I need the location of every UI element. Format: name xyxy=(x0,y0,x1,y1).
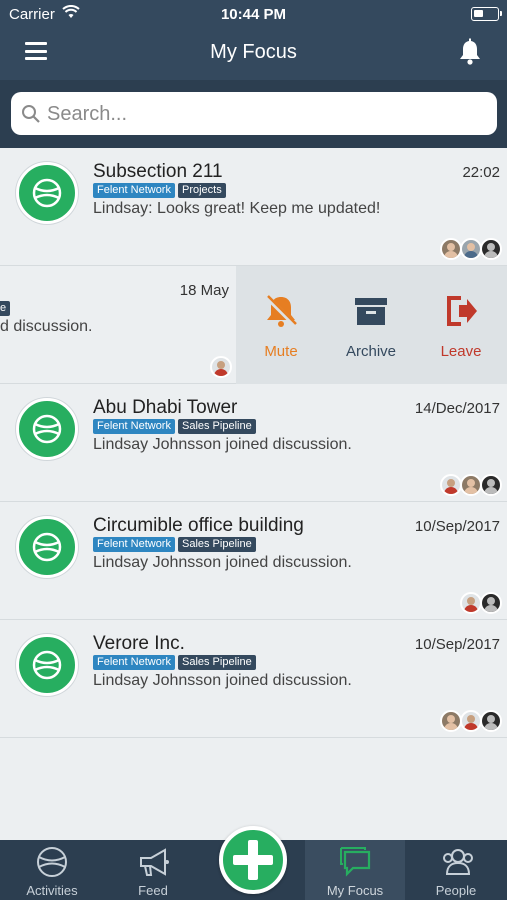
tab-label: People xyxy=(435,883,477,898)
status-bar: Carrier 10:44 PM xyxy=(0,0,507,28)
avatar xyxy=(480,238,502,260)
last-message: Lindsay Johnsson joined discussion. xyxy=(93,672,352,689)
tennis-ball-icon xyxy=(37,847,67,877)
list-item[interactable]: Abu Dhabi Tower 14/Dec/2017 Felent Netwo… xyxy=(0,384,507,502)
participants xyxy=(460,592,502,614)
last-message: Lindsay Johnsson joined discussion. xyxy=(93,436,352,453)
tab-label: My Focus xyxy=(326,883,384,898)
list-item[interactable]: Verore Inc. 10/Sep/2017 Felent Network Sa… xyxy=(0,620,507,738)
archive-button[interactable]: Archive xyxy=(326,266,416,384)
leave-button[interactable]: Leave xyxy=(416,266,506,384)
list-item-swiped[interactable]: 18 May e d discussion. Mute Archive Leav… xyxy=(0,266,507,384)
leave-label: Leave xyxy=(440,343,482,360)
tennis-ball-icon xyxy=(16,516,78,578)
chat-bubbles-icon xyxy=(340,847,371,877)
tab-people[interactable]: People xyxy=(406,840,506,900)
avatar xyxy=(460,238,482,260)
add-button[interactable] xyxy=(219,826,287,894)
discussion-name: Subsection 211 xyxy=(93,161,223,182)
discussion-date: 10/Sep/2017 xyxy=(414,518,500,535)
clock-time: 10:44 PM xyxy=(220,6,287,23)
tag-badge: Sales Pipeline xyxy=(177,655,256,670)
list-item[interactable]: Subsection 211 22:02 Felent Network Proje… xyxy=(0,148,507,266)
archive-label: Archive xyxy=(345,343,397,360)
search-icon xyxy=(21,104,41,124)
list-item[interactable]: Circumible office building 10/Sep/2017 F… xyxy=(0,502,507,620)
search-box xyxy=(11,92,497,135)
tab-label: Activities xyxy=(26,883,78,898)
discussion-date: 14/Dec/2017 xyxy=(414,400,500,417)
discussion-date: 18 May xyxy=(179,282,229,299)
avatar xyxy=(440,238,462,260)
avatar xyxy=(440,710,462,732)
discussion-list: Subsection 211 22:02 Felent Network Proje… xyxy=(0,148,507,840)
search-container xyxy=(0,80,507,148)
battery-icon xyxy=(471,7,502,21)
last-message: d discussion. xyxy=(0,318,93,335)
leave-icon xyxy=(447,296,477,326)
discussion-name: Verore Inc. xyxy=(93,633,185,654)
participants xyxy=(440,710,502,732)
search-input[interactable] xyxy=(47,100,477,128)
participants xyxy=(440,474,502,496)
megaphone-icon xyxy=(140,848,169,876)
avatar xyxy=(480,474,502,496)
page-title: My Focus xyxy=(210,41,297,63)
tag-list: Felent Network Sales Pipeline xyxy=(93,419,259,434)
tab-label: Feed xyxy=(138,883,168,898)
tag-list: Felent Network Sales Pipeline xyxy=(93,655,259,670)
avatar xyxy=(460,474,482,496)
tag-list: Felent Network Projects xyxy=(93,183,229,198)
avatar xyxy=(460,592,482,614)
tag-badge: e xyxy=(0,301,11,316)
tab-feed[interactable]: Feed xyxy=(103,840,203,900)
tab-my-focus[interactable]: My Focus xyxy=(305,840,405,900)
archive-icon xyxy=(355,298,387,325)
discussion-date: 10/Sep/2017 xyxy=(414,636,500,653)
tag-badge: Felent Network xyxy=(93,655,175,670)
people-icon xyxy=(443,849,473,875)
tag-badge: Felent Network xyxy=(93,537,175,552)
tag-badge: Sales Pipeline xyxy=(177,419,256,434)
tag-badge: Felent Network xyxy=(93,183,175,198)
swiped-row-content[interactable]: 18 May e d discussion. xyxy=(0,266,236,384)
tag-badge: Sales Pipeline xyxy=(177,537,256,552)
discussion-name: Abu Dhabi Tower xyxy=(93,397,238,418)
last-message: Lindsay Johnsson joined discussion. xyxy=(93,554,352,571)
top-bar: Carrier 10:44 PM My Focus xyxy=(0,0,507,148)
avatar xyxy=(460,710,482,732)
navigation-bar: My Focus xyxy=(0,28,507,78)
tag-list: Felent Network Sales Pipeline xyxy=(93,537,259,552)
discussion-date: 22:02 xyxy=(462,164,500,181)
avatar xyxy=(480,710,502,732)
avatar xyxy=(210,356,232,378)
avatar xyxy=(480,592,502,614)
mute-label: Mute xyxy=(264,343,298,360)
mute-button[interactable]: Mute xyxy=(236,266,326,384)
tennis-ball-icon xyxy=(16,634,78,696)
tag-badge: Projects xyxy=(177,183,226,198)
swipe-actions: Mute Archive Leave xyxy=(236,266,507,384)
tennis-ball-icon xyxy=(16,398,78,460)
tab-activities[interactable]: Activities xyxy=(2,840,102,900)
participants xyxy=(440,238,502,260)
discussion-name: Circumible office building xyxy=(93,515,304,536)
last-message: Lindsay: Looks great! Keep me updated! xyxy=(93,200,381,217)
tennis-ball-icon xyxy=(16,162,78,224)
mute-bell-icon xyxy=(265,295,297,327)
avatar xyxy=(440,474,462,496)
bell-icon[interactable] xyxy=(457,38,483,66)
tag-badge: Felent Network xyxy=(93,419,175,434)
